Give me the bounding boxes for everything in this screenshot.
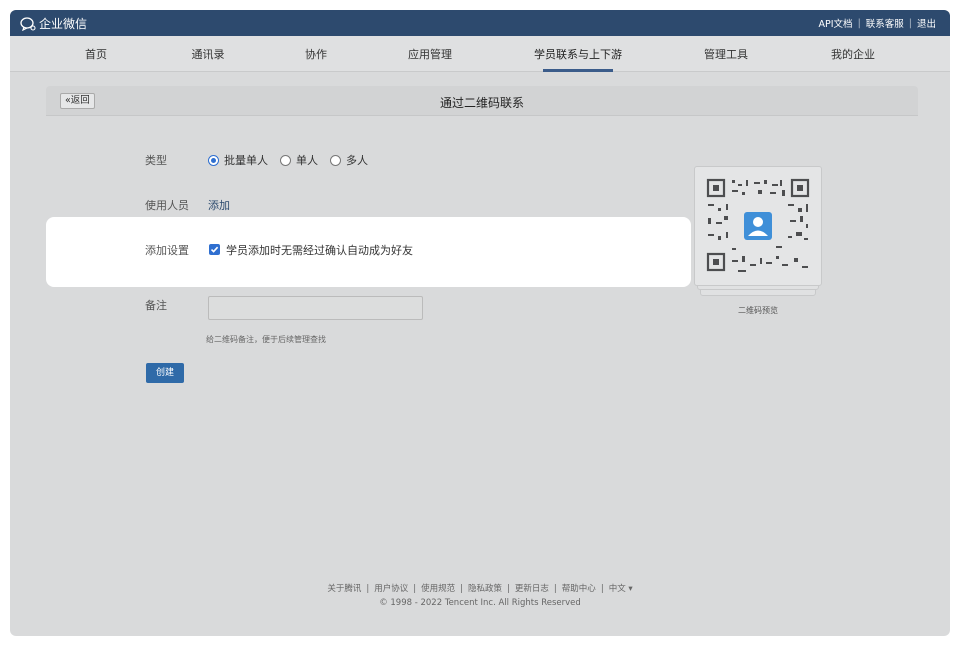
app-window: 企业微信 API文档 | 联系客服 | 退出 首页 通讯录 协作 应用管理 学员…	[10, 10, 950, 636]
qr-preview-label: 二维码预览	[738, 306, 778, 315]
radio-button[interactable]	[330, 154, 341, 166]
users-label: 使用人员	[145, 199, 189, 212]
type-label: 类型	[145, 154, 167, 167]
nav-my-enterprise[interactable]: 我的企业	[831, 46, 875, 62]
footer-link-privacy[interactable]: 隐私政策	[468, 584, 502, 594]
radio-single[interactable]: 单人	[280, 152, 318, 168]
auto-friend-checkbox[interactable]	[209, 244, 220, 255]
main-nav: 首页 通讯录 协作 应用管理 学员联系与上下游 管理工具 我的企业	[10, 36, 950, 72]
nav-management-tools[interactable]: 管理工具	[704, 46, 748, 62]
nav-student-contact[interactable]: 学员联系与上下游	[534, 46, 622, 62]
divider: |	[908, 17, 912, 29]
api-docs-link[interactable]: API文档	[819, 16, 853, 30]
footer-link-terms[interactable]: 用户协议	[374, 584, 408, 594]
radio-multiple[interactable]: 多人	[330, 152, 368, 168]
divider: |	[600, 584, 604, 594]
create-button[interactable]: 创建	[146, 363, 184, 383]
app-logo[interactable]: 企业微信	[20, 15, 87, 32]
top-links: API文档 | 联系客服 | 退出	[819, 16, 936, 31]
radio-label: 批量单人	[224, 154, 268, 167]
radio-button[interactable]	[280, 154, 291, 166]
settings-label: 添加设置	[145, 244, 189, 257]
radio-batch-single[interactable]: 批量单人	[208, 152, 268, 168]
logout-link[interactable]: 退出	[917, 16, 936, 30]
note-input[interactable]	[208, 296, 423, 320]
type-radio-group: 批量单人 单人 多人	[208, 152, 380, 168]
note-label: 备注	[145, 299, 167, 312]
contact-support-link[interactable]: 联系客服	[866, 16, 904, 30]
nav-home[interactable]: 首页	[85, 46, 107, 62]
top-bar: 企业微信 API文档 | 联系客服 | 退出	[10, 10, 950, 36]
divider: |	[413, 584, 417, 594]
footer-link-rules[interactable]: 使用规范	[421, 584, 455, 594]
active-tab-indicator	[543, 69, 613, 72]
footer-link-about[interactable]: 关于腾讯	[327, 584, 361, 594]
footer-links: 关于腾讯 | 用户协议 | 使用规范 | 隐私政策 | 更新日志 | 帮助中心 | 中文 ▾	[10, 582, 950, 594]
divider: |	[366, 584, 370, 594]
footer-link-help[interactable]: 帮助中心	[562, 584, 596, 594]
page-title: 通过二维码联系	[439, 96, 524, 110]
nav-collaboration[interactable]: 协作	[305, 46, 327, 62]
radio-button[interactable]	[208, 154, 219, 166]
auto-friend-label: 学员添加时无需经过确认自动成为好友	[226, 244, 413, 257]
qr-card	[694, 166, 822, 286]
copyright: © 1998 - 2022 Tencent Inc. All Rights Re…	[379, 598, 581, 608]
divider: |	[460, 584, 464, 594]
nav-contacts[interactable]: 通讯录	[192, 46, 225, 62]
add-users-link[interactable]: 添加	[208, 197, 230, 213]
qr-code-icon	[706, 178, 810, 272]
wecom-logo-icon	[20, 16, 36, 31]
note-hint: 给二维码备注，便于后续管理查找	[206, 335, 326, 344]
radio-label: 单人	[296, 154, 318, 167]
checkmark-icon	[210, 246, 219, 253]
divider: |	[857, 17, 861, 29]
divider: |	[553, 584, 557, 594]
content-panel: «返回 通过二维码联系	[46, 86, 918, 560]
divider: |	[507, 584, 510, 594]
app-name: 企业微信	[39, 17, 88, 31]
footer-link-changelog[interactable]: 更新日志	[515, 584, 549, 594]
nav-app-management[interactable]: 应用管理	[408, 46, 452, 62]
panel-header: «返回 通过二维码联系	[46, 86, 918, 116]
radio-label: 多人	[346, 154, 368, 167]
language-selector[interactable]: 中文 ▾	[609, 584, 633, 594]
qr-preview	[694, 166, 822, 296]
